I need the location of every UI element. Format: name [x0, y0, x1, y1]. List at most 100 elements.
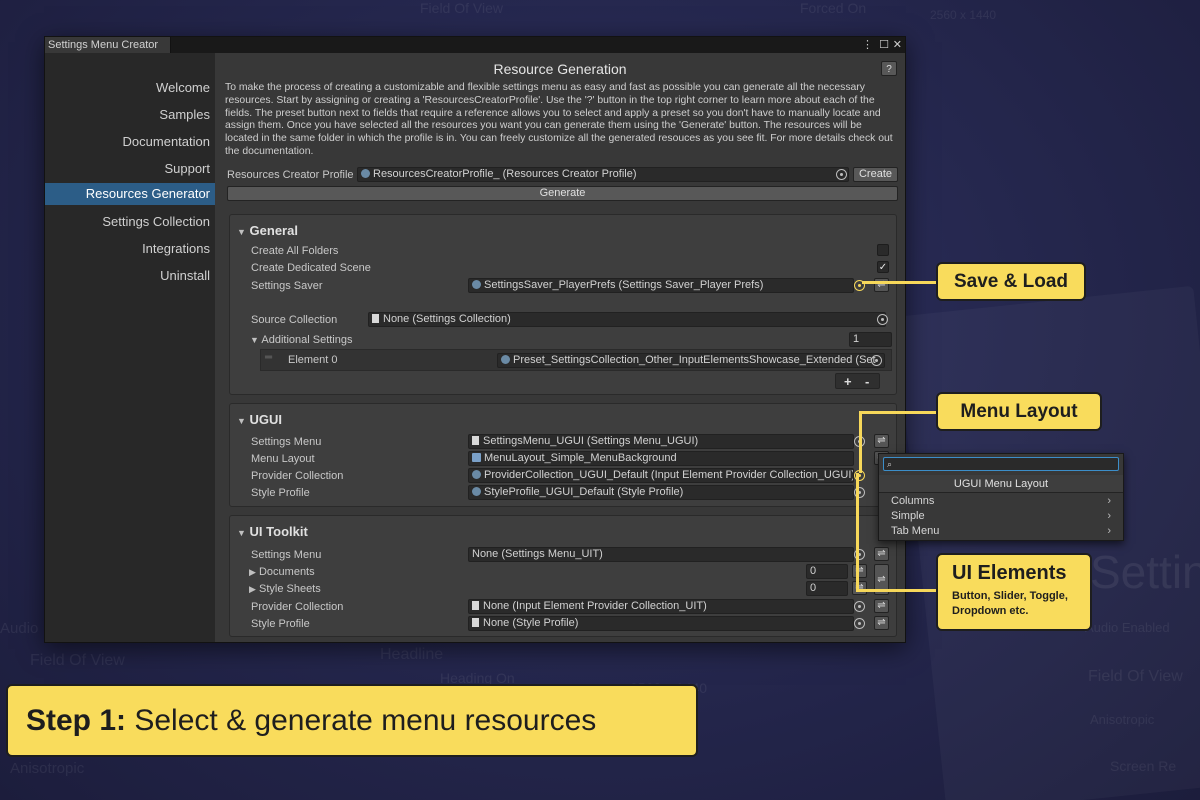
sidebar-item-welcome[interactable]: Welcome — [40, 77, 210, 99]
search-icon: ⌕ — [887, 459, 893, 469]
uitk-settings-menu-label: Settings Menu — [251, 549, 322, 561]
bg-text-anis2: Anisotropic — [10, 760, 85, 777]
close-icon[interactable]: ✕ — [893, 37, 902, 53]
menu-layout-value: MenuLayout_Simple_MenuBackground — [484, 452, 677, 464]
window-tab[interactable]: Settings Menu Creator — [45, 37, 171, 53]
window-menu-icon[interactable]: ⋮ — [862, 37, 873, 53]
documents-preset-icon[interactable]: ⇌ — [852, 564, 867, 578]
menu-layout-callout: Menu Layout — [936, 392, 1102, 431]
ugui-settings-menu-preset-icon[interactable]: ⇌ — [874, 434, 889, 448]
ugui-provider-collection-value: ProviderCollection_UGUI_Default (Input E… — [484, 469, 854, 481]
uitk-provider-collection-field[interactable]: None (Input Element Provider Collection_… — [468, 599, 854, 614]
foldout-arrow-icon: ▼ — [237, 416, 246, 426]
style-sheets-label[interactable]: ▶ Style Sheets — [249, 583, 321, 595]
documents-label[interactable]: ▶ Documents — [249, 566, 315, 578]
source-collection-field[interactable]: None (Settings Collection) — [368, 312, 886, 327]
additional-settings-label[interactable]: ▼ Additional Settings — [250, 334, 353, 346]
uitk-settings-menu-field[interactable]: None (Settings Menu_UIT) — [468, 547, 854, 562]
generate-button[interactable]: Generate — [227, 186, 898, 201]
sidebar-item-uninstall[interactable]: Uninstall — [40, 265, 210, 287]
general-title[interactable]: ▼ General — [237, 223, 298, 238]
uitk-style-profile-preset-icon[interactable]: ⇌ — [874, 616, 889, 630]
ugui-title[interactable]: ▼ UGUI — [237, 412, 282, 427]
remove-element-button[interactable]: - — [865, 374, 869, 389]
dropdown-item-label: Simple — [891, 510, 925, 522]
style-sheets-preset-icon[interactable]: ⇌ — [852, 581, 867, 595]
element-field[interactable]: Preset_SettingsCollection_Other_InputEle… — [497, 353, 885, 368]
drag-handle-icon[interactable]: ═ — [265, 352, 272, 363]
scriptable-object-icon — [472, 487, 481, 496]
scriptable-object-icon — [472, 470, 481, 479]
profile-picker-icon[interactable] — [836, 169, 847, 180]
source-collection-label: Source Collection — [251, 314, 338, 326]
save-load-connector — [862, 281, 936, 284]
sidebar-item-resources-generator[interactable]: Resources Generator — [45, 183, 215, 205]
profile-value: ResourcesCreatorProfile_ (Resources Crea… — [373, 168, 637, 180]
sidebar-item-documentation[interactable]: Documentation — [40, 131, 210, 153]
foldout-arrow-icon: ▶ — [249, 567, 256, 577]
dropdown-item-label: Columns — [891, 495, 935, 507]
uitk-provider-collection-preset-icon[interactable]: ⇌ — [874, 599, 889, 613]
prefab-icon — [472, 453, 481, 462]
ugui-settings-menu-value: SettingsMenu_UGUI (Settings Menu_UGUI) — [483, 435, 699, 447]
create-dedicated-scene-checkbox[interactable]: ✓ — [877, 261, 889, 273]
source-collection-picker-icon[interactable] — [877, 314, 888, 325]
help-button[interactable]: ? — [881, 61, 897, 76]
ugui-settings-menu-label: Settings Menu — [251, 436, 322, 448]
menu-layout-dropdown: ⌕ UGUI Menu Layout Columns › Simple › Tab … — [878, 453, 1124, 541]
scriptable-object-icon — [472, 280, 481, 289]
bg-text-forced: Forced On — [800, 0, 867, 16]
style-sheets-count[interactable]: 0 — [806, 581, 848, 596]
bg-text-settings: Settings — [1090, 546, 1200, 598]
menu-layout-connector-vertical — [859, 411, 862, 473]
uitk-provider-collection-picker-icon[interactable] — [854, 601, 865, 612]
settings-saver-field[interactable]: SettingsSaver_PlayerPrefs (Settings Save… — [468, 278, 854, 293]
uitk-style-profile-field[interactable]: None (Style Profile) — [468, 616, 854, 631]
ui-elements-sub-2: Dropdown etc. — [952, 605, 1029, 617]
uitk-style-profile-picker-icon[interactable] — [854, 618, 865, 629]
ui-elements-title: UI Elements — [952, 562, 1067, 584]
menu-layout-label: Menu Layout — [251, 453, 315, 465]
menu-layout-field[interactable]: MenuLayout_Simple_MenuBackground — [468, 451, 854, 466]
documents-label-text: Documents — [258, 566, 315, 578]
ugui-settings-menu-field[interactable]: SettingsMenu_UGUI (Settings Menu_UGUI) — [468, 434, 854, 449]
source-collection-value: None (Settings Collection) — [383, 313, 511, 325]
dropdown-item-tab-menu[interactable]: Tab Menu › — [891, 524, 1111, 539]
create-all-folders-checkbox[interactable] — [877, 244, 889, 256]
ugui-style-profile-field[interactable]: StyleProfile_UGUI_Default (Style Profile… — [468, 485, 854, 500]
element-picker-icon[interactable] — [871, 355, 882, 366]
documents-count[interactable]: 0 — [806, 564, 848, 579]
add-element-button[interactable]: + — [844, 374, 852, 389]
ugui-style-profile-label: Style Profile — [251, 487, 310, 499]
file-icon — [472, 618, 479, 627]
create-button[interactable]: Create — [853, 167, 898, 182]
element-label: Element 0 — [288, 354, 338, 366]
general-section: ▼ General Create All Folders Create Dedi… — [229, 214, 897, 395]
dropdown-search-input[interactable]: ⌕ — [883, 457, 1119, 471]
file-icon — [372, 314, 379, 323]
dropdown-item-columns[interactable]: Columns › — [891, 494, 1111, 509]
sidebar-item-settings-collection[interactable]: Settings Collection — [40, 211, 210, 233]
general-title-text: General — [249, 223, 298, 238]
window-tabbar: Settings Menu Creator ⋮ ☐ ✕ — [45, 37, 905, 53]
ugui-title-text: UGUI — [249, 412, 283, 427]
additional-settings-list: ═ Element 0 Preset_SettingsCollection_Ot… — [260, 349, 892, 371]
ugui-section: ▼ UGUI Settings Menu SettingsMenu_UGUI (… — [229, 403, 897, 507]
ui-toolkit-title[interactable]: ▼ UI Toolkit — [237, 524, 308, 539]
settings-menu-creator-window: Settings Menu Creator ⋮ ☐ ✕ Welcome Samp… — [44, 36, 906, 643]
additional-settings-count[interactable]: 1 — [849, 332, 892, 347]
maximize-icon[interactable]: ☐ — [879, 37, 889, 53]
step-banner: Step 1: Select & generate menu resources — [6, 684, 698, 757]
sidebar-item-support[interactable]: Support — [40, 158, 210, 180]
sidebar-item-samples[interactable]: Samples — [40, 104, 210, 126]
file-icon — [472, 601, 479, 610]
dropdown-item-simple[interactable]: Simple › — [891, 509, 1111, 524]
uitk-settings-menu-preset-icon[interactable]: ⇌ — [874, 547, 889, 561]
ugui-provider-collection-field[interactable]: ProviderCollection_UGUI_Default (Input E… — [468, 468, 854, 483]
main-panel: Resource Generation ? To make the proces… — [215, 53, 905, 642]
profile-field[interactable]: ResourcesCreatorProfile_ (Resources Crea… — [357, 167, 849, 182]
sidebar-item-integrations[interactable]: Integrations — [40, 238, 210, 260]
foldout-arrow-icon: ▼ — [250, 335, 259, 345]
step-prefix: Step 1: — [26, 704, 127, 737]
step-text: Select & generate menu resources — [126, 704, 597, 737]
